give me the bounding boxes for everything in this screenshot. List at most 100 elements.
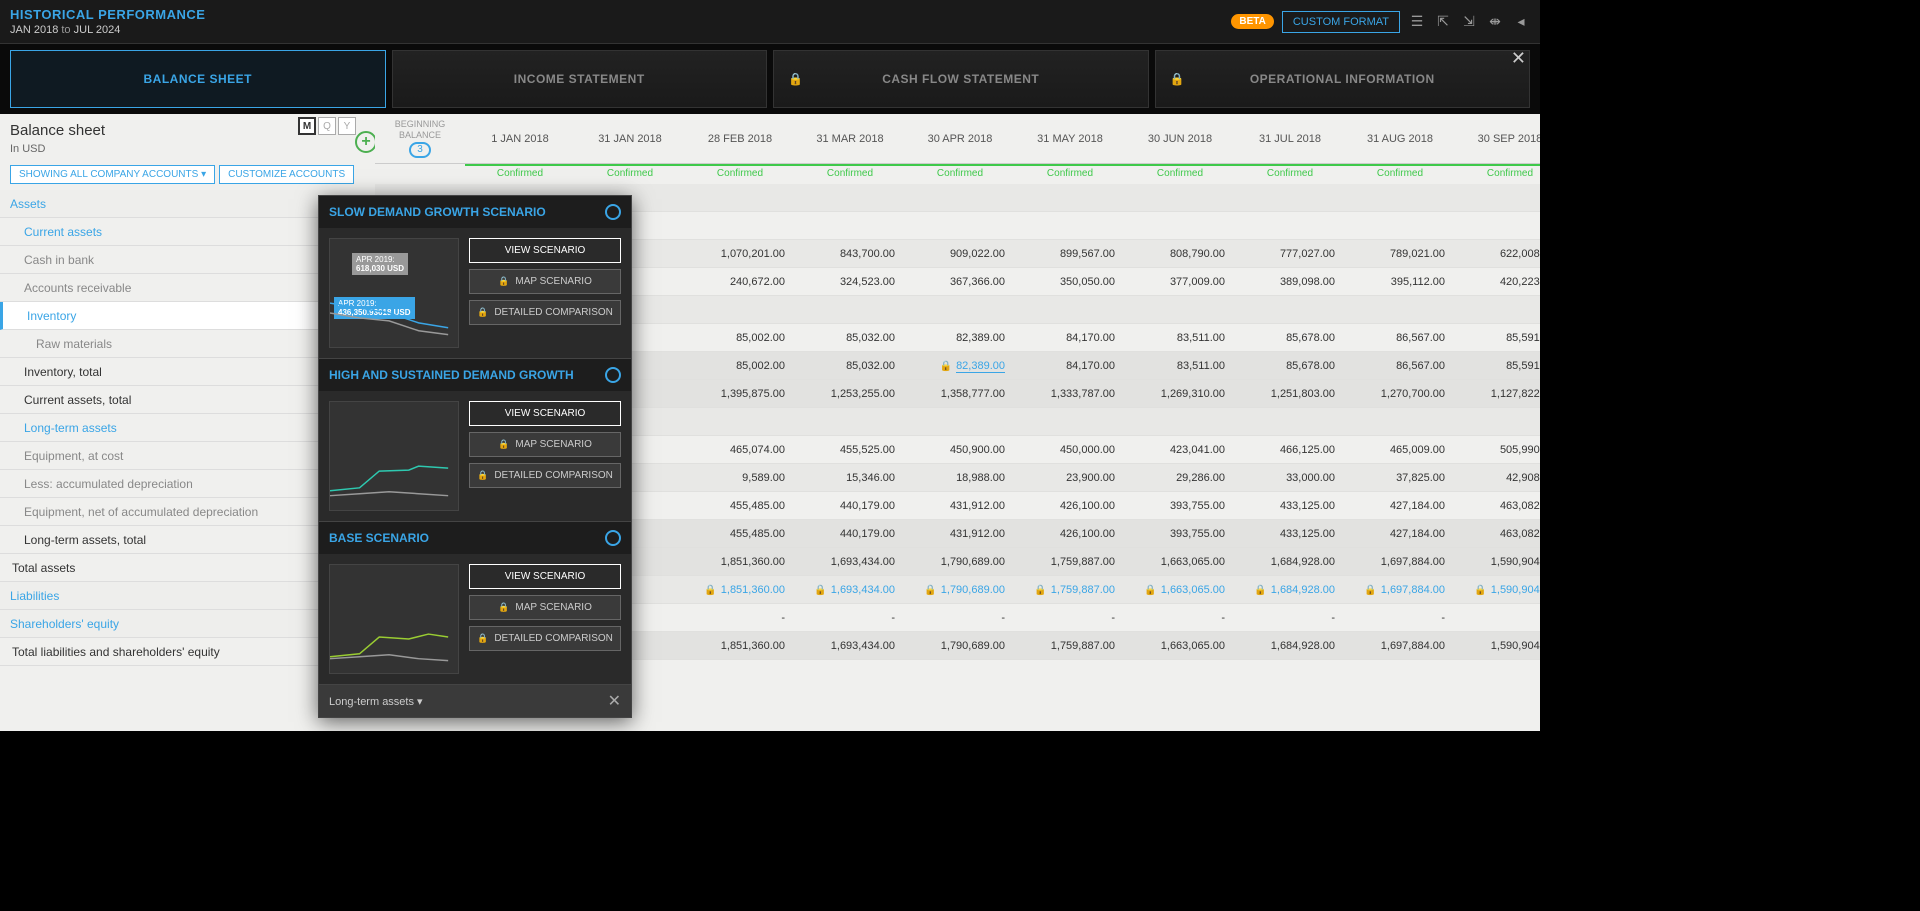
customize-accounts-button[interactable]: CUSTOMIZE ACCOUNTS	[219, 165, 354, 184]
data-cell[interactable]: 455,525.00	[795, 444, 905, 456]
data-cell[interactable]: 85,002.00	[685, 360, 795, 372]
period-quarter[interactable]: Q	[318, 117, 336, 135]
data-cell[interactable]: 455,485.00	[685, 500, 795, 512]
date-column-header[interactable]: 30 SEP 2018	[1455, 114, 1540, 163]
data-cell[interactable]: 1,697,884.00	[1345, 556, 1455, 568]
detailed-comparison-button[interactable]: 🔒DETAILED COMPARISON	[469, 626, 621, 651]
data-cell[interactable]: 82,389.00	[905, 332, 1015, 344]
scenario-chart[interactable]	[329, 564, 459, 674]
data-cell[interactable]: 1,590,904.00	[1455, 640, 1540, 652]
data-cell[interactable]: 420,223.00	[1455, 276, 1540, 288]
data-cell[interactable]: 1,684,928.00	[1235, 556, 1345, 568]
data-cell[interactable]: 🔒1,759,887.00	[1015, 584, 1125, 596]
data-cell[interactable]: 427,184.00	[1345, 500, 1455, 512]
data-cell[interactable]: 1,759,887.00	[1015, 640, 1125, 652]
data-cell[interactable]: 427,184.00	[1345, 528, 1455, 540]
data-cell[interactable]: 426,100.00	[1015, 528, 1125, 540]
data-cell[interactable]: 🔒1,663,065.00	[1125, 584, 1235, 596]
data-cell[interactable]: 423,041.00	[1125, 444, 1235, 456]
date-column-header[interactable]: 31 MAR 2018	[795, 114, 905, 163]
data-cell[interactable]: 899,567.00	[1015, 248, 1125, 260]
data-cell[interactable]: 808,790.00	[1125, 248, 1235, 260]
data-cell[interactable]: 1,070,201.00	[685, 248, 795, 260]
data-cell[interactable]: 393,755.00	[1125, 528, 1235, 540]
data-cell[interactable]: 440,179.00	[795, 528, 905, 540]
scenario-count-badge[interactable]: 3	[409, 142, 431, 158]
date-column-header[interactable]: 31 JAN 2018	[575, 114, 685, 163]
data-cell[interactable]: -	[1345, 612, 1455, 624]
data-cell[interactable]: 843,700.00	[795, 248, 905, 260]
scenario-indicator-icon[interactable]	[605, 367, 621, 383]
data-cell[interactable]: 86,567.00	[1345, 360, 1455, 372]
data-cell[interactable]: 1,663,065.00	[1125, 556, 1235, 568]
data-cell[interactable]: 393,755.00	[1125, 500, 1235, 512]
data-cell[interactable]: 1,358,777.00	[905, 388, 1015, 400]
date-column-header[interactable]: 31 MAY 2018	[1015, 114, 1125, 163]
data-cell[interactable]: 85,591.00	[1455, 360, 1540, 372]
external-icon[interactable]: ⇲	[1460, 13, 1478, 31]
data-cell[interactable]: 450,900.00	[905, 444, 1015, 456]
data-cell[interactable]: 🔒82,389.00	[905, 360, 1015, 372]
data-cell[interactable]: 377,009.00	[1125, 276, 1235, 288]
data-cell[interactable]: -	[1235, 612, 1345, 624]
data-cell[interactable]: 🔒1,590,904.00	[1455, 584, 1540, 596]
data-cell[interactable]: 15,346.00	[795, 472, 905, 484]
data-cell[interactable]: 395,112.00	[1345, 276, 1455, 288]
view-scenario-button[interactable]: VIEW SCENARIO	[469, 564, 621, 589]
scenario-indicator-icon[interactable]	[605, 530, 621, 546]
data-cell[interactable]: 18,988.00	[905, 472, 1015, 484]
data-cell[interactable]: 1,759,887.00	[1015, 556, 1125, 568]
data-cell[interactable]: 1,851,360.00	[685, 640, 795, 652]
data-cell[interactable]: -	[905, 612, 1015, 624]
scenario-chart[interactable]: APR 2019:618,030 USDAPR 2019:436,350.936…	[329, 238, 459, 348]
data-cell[interactable]: -	[1455, 612, 1540, 624]
map-scenario-button[interactable]: 🔒MAP SCENARIO	[469, 595, 621, 620]
data-cell[interactable]: 85,032.00	[795, 332, 905, 344]
data-cell[interactable]: 466,125.00	[1235, 444, 1345, 456]
view-scenario-button[interactable]: VIEW SCENARIO	[469, 401, 621, 426]
data-cell[interactable]: 🔒1,790,689.00	[905, 584, 1015, 596]
data-cell[interactable]: 622,008.00	[1455, 248, 1540, 260]
data-cell[interactable]: 🔒1,693,434.00	[795, 584, 905, 596]
custom-format-button[interactable]: CUSTOM FORMAT	[1282, 11, 1400, 33]
data-cell[interactable]: 1,395,875.00	[685, 388, 795, 400]
data-cell[interactable]: -	[685, 612, 795, 624]
data-cell[interactable]: 85,678.00	[1235, 332, 1345, 344]
data-cell[interactable]: 909,022.00	[905, 248, 1015, 260]
data-cell[interactable]: 42,908.00	[1455, 472, 1540, 484]
data-cell[interactable]: 1,693,434.00	[795, 556, 905, 568]
scenario-indicator-icon[interactable]	[605, 204, 621, 220]
detailed-comparison-button[interactable]: 🔒DETAILED COMPARISON	[469, 300, 621, 325]
data-cell[interactable]: 465,074.00	[685, 444, 795, 456]
date-column-header[interactable]: 1 JAN 2018	[465, 114, 575, 163]
map-scenario-button[interactable]: 🔒MAP SCENARIO	[469, 269, 621, 294]
data-cell[interactable]: 1,253,255.00	[795, 388, 905, 400]
data-cell[interactable]: 1,790,689.00	[905, 640, 1015, 652]
date-column-header[interactable]: 30 JUN 2018	[1125, 114, 1235, 163]
data-cell[interactable]: -	[1015, 612, 1125, 624]
collapse-icon[interactable]: ⇼	[1486, 13, 1504, 31]
data-cell[interactable]: 324,523.00	[795, 276, 905, 288]
data-cell[interactable]: 463,082.00	[1455, 528, 1540, 540]
data-cell[interactable]: 1,590,904.00	[1455, 556, 1540, 568]
settings-icon[interactable]: ☰	[1408, 13, 1426, 31]
data-cell[interactable]: 83,511.00	[1125, 360, 1235, 372]
data-cell[interactable]: 777,027.00	[1235, 248, 1345, 260]
scenario-close-icon[interactable]: ✕	[608, 691, 621, 711]
data-cell[interactable]: 465,009.00	[1345, 444, 1455, 456]
date-range[interactable]: JAN 2018 to JUL 2024	[10, 24, 205, 36]
data-cell[interactable]: 433,125.00	[1235, 500, 1345, 512]
tab-balance-sheet[interactable]: BALANCE SHEET	[10, 50, 386, 108]
data-cell[interactable]: 1,790,689.00	[905, 556, 1015, 568]
data-cell[interactable]: 367,366.00	[905, 276, 1015, 288]
chevron-right-icon[interactable]: ◂	[1512, 13, 1530, 31]
data-cell[interactable]: 🔒1,851,360.00	[685, 584, 795, 596]
data-cell[interactable]: 🔒1,697,884.00	[1345, 584, 1455, 596]
data-cell[interactable]: 433,125.00	[1235, 528, 1345, 540]
close-icon[interactable]: ✕	[1511, 48, 1526, 69]
date-column-header[interactable]: 31 AUG 2018	[1345, 114, 1455, 163]
data-cell[interactable]: 350,050.00	[1015, 276, 1125, 288]
data-cell[interactable]: 1,269,310.00	[1125, 388, 1235, 400]
period-month[interactable]: M	[298, 117, 316, 135]
data-cell[interactable]: 23,900.00	[1015, 472, 1125, 484]
